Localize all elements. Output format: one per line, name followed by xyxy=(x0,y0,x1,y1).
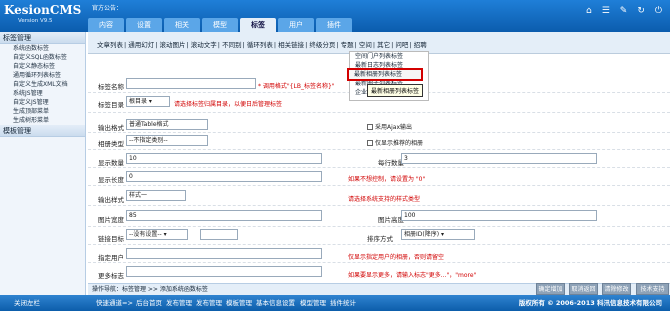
tab-users[interactable]: 用户 xyxy=(278,18,314,32)
tooltip: 最新相册列表标签 xyxy=(367,84,424,97)
sidebar-item[interactable]: 生成树形菜单 xyxy=(0,116,85,125)
sidebar-item[interactable]: 系统函数标签 xyxy=(0,44,85,53)
user-label: 指定用户 xyxy=(98,254,124,262)
refresh-icon[interactable]: ↻ xyxy=(637,6,645,16)
copyright: 版权所有 © 2006-2013 科汛信息技术有限公司 xyxy=(518,299,662,307)
format-label: 输出格式 xyxy=(98,124,124,132)
target-select[interactable]: --没有设置-- ▾ xyxy=(126,229,188,240)
sidebar-item[interactable]: 通用循环列表标签 xyxy=(0,71,85,80)
attr-label: 相册类型 xyxy=(98,140,124,148)
name-label: 标签名称 xyxy=(98,83,124,91)
style-hint: 请选择系统支持的样式类型 xyxy=(348,196,421,203)
sidebar: 标签管理 系统函数标签 自定义SQL函数标签 自定义静态标签 通用循环列表标签 … xyxy=(0,32,86,295)
more-field[interactable] xyxy=(126,266,322,277)
length-field[interactable]: 0 xyxy=(126,171,322,182)
toolbar-item[interactable]: 不同别 xyxy=(222,41,242,49)
quick-link[interactable]: 发布管理 xyxy=(196,295,222,311)
count-field[interactable]: 10 xyxy=(126,153,322,164)
quick-link[interactable]: 插件统计 xyxy=(330,295,356,311)
quick-label: 快速通道=> xyxy=(96,299,133,307)
target-custom-field[interactable] xyxy=(200,229,238,240)
toolbar-item[interactable]: 滚动文字 xyxy=(191,41,217,49)
sidebar-item[interactable]: 系统JS管理 xyxy=(0,89,85,98)
dropdown-item[interactable]: 最新日志列表标签 xyxy=(350,61,428,70)
name-hint: * 调用格式"{LB_标签名称}" xyxy=(258,83,335,90)
more-hint: 如果要显示更多，请输入标志"更多..."，"more" xyxy=(348,272,477,279)
home-icon[interactable]: ⌂ xyxy=(586,6,592,16)
support-button[interactable]: 技术支持 xyxy=(636,283,669,295)
quick-link[interactable]: 模型管理 xyxy=(300,295,326,311)
toolbar-item[interactable]: 终级分页 xyxy=(309,41,335,49)
sidebar-item[interactable]: 生成顶部菜单 xyxy=(0,107,85,116)
quick-link[interactable]: 基本信息设置 xyxy=(256,295,295,311)
toolbar-item[interactable]: 文章列表 xyxy=(97,41,123,49)
sidebar-item[interactable]: 自定义JS管理 xyxy=(0,98,85,107)
toolbar-item[interactable]: 相关链接 xyxy=(278,41,304,49)
style-select[interactable]: 样式一 xyxy=(126,190,186,201)
dropdown-item[interactable]: 空间门户列表标签 xyxy=(350,52,428,61)
tab-plugins[interactable]: 插件 xyxy=(316,18,352,32)
height-field[interactable]: 100 xyxy=(401,210,597,221)
confirm-add-button[interactable]: 确定增加 xyxy=(536,283,565,295)
tab-related[interactable]: 相关 xyxy=(164,18,200,32)
more-label: 更多标志 xyxy=(98,272,124,280)
sidebar-item[interactable]: 自定义SQL函数标签 xyxy=(0,53,85,62)
dir-label: 标签目录 xyxy=(98,101,124,109)
tab-settings[interactable]: 设置 xyxy=(126,18,162,32)
user-field[interactable] xyxy=(126,248,322,259)
main-nav: 内容 设置 相关 模型 标签 用户 插件 xyxy=(88,18,354,32)
ajax-checkbox[interactable]: 采用Ajax输出 xyxy=(367,122,412,131)
reset-button[interactable]: 清除修改 xyxy=(602,283,631,295)
notice-label: 官方公告： xyxy=(92,5,123,12)
tab-tags[interactable]: 标签 xyxy=(240,18,276,32)
attr-select[interactable]: --不指定类别-- xyxy=(126,135,208,146)
footer: 关闭左栏 快速通道=> 后台首页 发布管理 发布管理 模板管理 基本信息设置 模… xyxy=(0,295,670,311)
menu-icon[interactable]: ☰ xyxy=(602,6,610,16)
order-select[interactable]: 相册ID(降序) ▾ xyxy=(401,229,475,240)
tab-model[interactable]: 模型 xyxy=(202,18,238,32)
quick-link[interactable]: 发布管理 xyxy=(166,295,192,311)
toolbar-item[interactable]: 问吧 xyxy=(395,41,408,49)
toolbar-item[interactable]: 其它 xyxy=(377,41,390,49)
edit-icon[interactable]: ✎ xyxy=(620,6,628,16)
dir-select[interactable]: 根目录 ▾ xyxy=(126,96,170,107)
toolbar-item[interactable]: 空间 xyxy=(359,41,372,49)
tab-content[interactable]: 内容 xyxy=(88,18,124,32)
width-field[interactable]: 85 xyxy=(126,210,322,221)
power-icon[interactable]: ⏻ xyxy=(655,6,662,16)
length-label: 显示长度 xyxy=(98,176,124,184)
dir-hint: 请选择标签归属目录，以便日后管理标签 xyxy=(174,101,283,108)
version-label: Version V9.5 xyxy=(18,18,53,24)
logo: KesionCMS xyxy=(4,3,82,17)
sidebar-item[interactable]: 自定义生成XML文档 xyxy=(0,80,85,89)
quick-link[interactable]: 后台首页 xyxy=(136,295,162,311)
top-header: KesionCMS Version V9.5 官方公告： 内容 设置 相关 模型… xyxy=(0,0,670,32)
quick-link[interactable]: 模板管理 xyxy=(226,295,252,311)
order-label: 排序方式 xyxy=(367,235,393,243)
sidebar-item[interactable]: 自定义静态标签 xyxy=(0,62,85,71)
format-select[interactable]: 普通Table格式 xyxy=(126,119,208,130)
toolbar-item[interactable]: 通用幻灯 xyxy=(128,41,154,49)
target-label: 链接目标 xyxy=(98,235,124,243)
header-icons: ⌂ ☰ ✎ ↻ ⏻ xyxy=(586,6,662,16)
toolbar-item[interactable]: 循环列表 xyxy=(247,41,273,49)
width-label: 图片宽度 xyxy=(98,216,124,224)
cols-field[interactable]: 3 xyxy=(401,153,597,164)
toolbar-item[interactable]: 招聘 xyxy=(414,41,427,49)
user-hint: 仅显示指定用户的相册，否则请留空 xyxy=(348,254,445,261)
toolbar-item[interactable]: 专题 xyxy=(341,41,354,49)
recommend-checkbox[interactable]: 仅显示推荐的相册 xyxy=(367,138,423,147)
toolbar-item[interactable]: 滚动图片 xyxy=(160,41,186,49)
style-label: 输出样式 xyxy=(98,196,124,204)
sidebar-title-templates[interactable]: 模板管理 xyxy=(0,125,85,137)
name-field[interactable] xyxy=(126,78,256,89)
cancel-button[interactable]: 取消返回 xyxy=(569,283,598,295)
dropdown-item-highlighted[interactable]: 最新相册列表标签 xyxy=(347,68,423,81)
close-sidebar-link[interactable]: 关闭左栏 xyxy=(14,295,40,311)
count-label: 显示数量 xyxy=(98,159,124,167)
sidebar-title[interactable]: 标签管理 xyxy=(0,32,85,44)
length-hint: 如果不想控制，请设置为 "0" xyxy=(348,176,426,183)
